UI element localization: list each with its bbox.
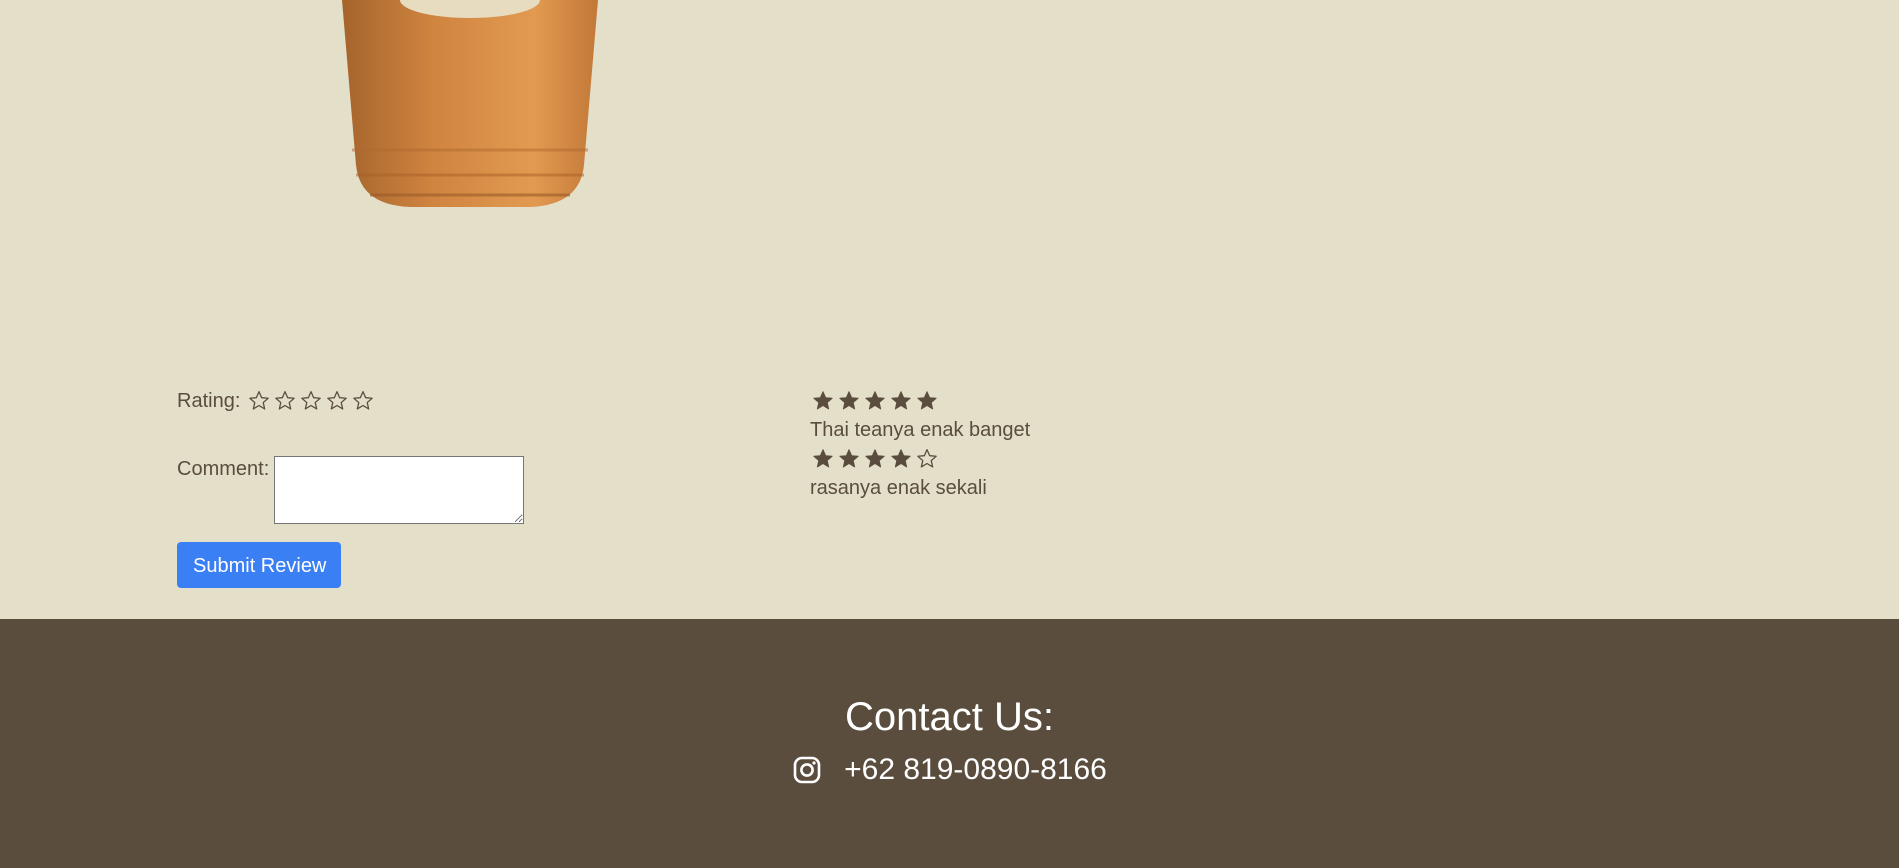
- submit-review-button[interactable]: Submit Review: [177, 542, 342, 588]
- star-icon: [914, 388, 940, 414]
- comment-row: Comment:: [177, 456, 525, 524]
- review-item: rasanya enak sekali: [810, 446, 1030, 500]
- comment-field[interactable]: [274, 456, 525, 524]
- star-icon: [836, 388, 862, 414]
- rating-row: Rating:: [177, 386, 524, 416]
- star-icon: [836, 446, 862, 472]
- review-list: Thai teanya enak banget rasanya enak seka…: [810, 388, 1030, 504]
- star-icon: [810, 388, 836, 414]
- star-icon[interactable]: [298, 388, 324, 414]
- star-icon: [862, 388, 888, 414]
- comment-label: Comment:: [177, 458, 270, 480]
- contact-row: +62 819-0890-8166: [0, 753, 1899, 787]
- star-icon[interactable]: [246, 388, 272, 414]
- star-icon[interactable]: [350, 388, 376, 414]
- contact-phone: +62 819-0890-8166: [844, 753, 1107, 786]
- review-form: Rating: Comment: Submit Review: [177, 386, 525, 588]
- star-icon: [888, 388, 914, 414]
- review-stars: [810, 388, 1030, 414]
- review-text: rasanya enak sekali: [810, 477, 987, 499]
- review-text: Thai teanya enak banget: [810, 419, 1031, 441]
- instagram-icon[interactable]: [792, 755, 822, 785]
- product-image: [342, 0, 598, 207]
- star-icon[interactable]: [272, 388, 298, 414]
- rating-input: [246, 388, 376, 414]
- rating-label: Rating:: [177, 389, 241, 412]
- star-icon: [888, 446, 914, 472]
- star-icon: [914, 446, 940, 472]
- contact-title: Contact Us:: [845, 695, 1054, 739]
- star-icon: [862, 446, 888, 472]
- review-stars: [810, 446, 1030, 472]
- review-item: Thai teanya enak banget: [810, 388, 1030, 442]
- footer: Contact Us: +62 819-0890-8166: [0, 619, 1899, 868]
- star-icon: [810, 446, 836, 472]
- star-icon[interactable]: [324, 388, 350, 414]
